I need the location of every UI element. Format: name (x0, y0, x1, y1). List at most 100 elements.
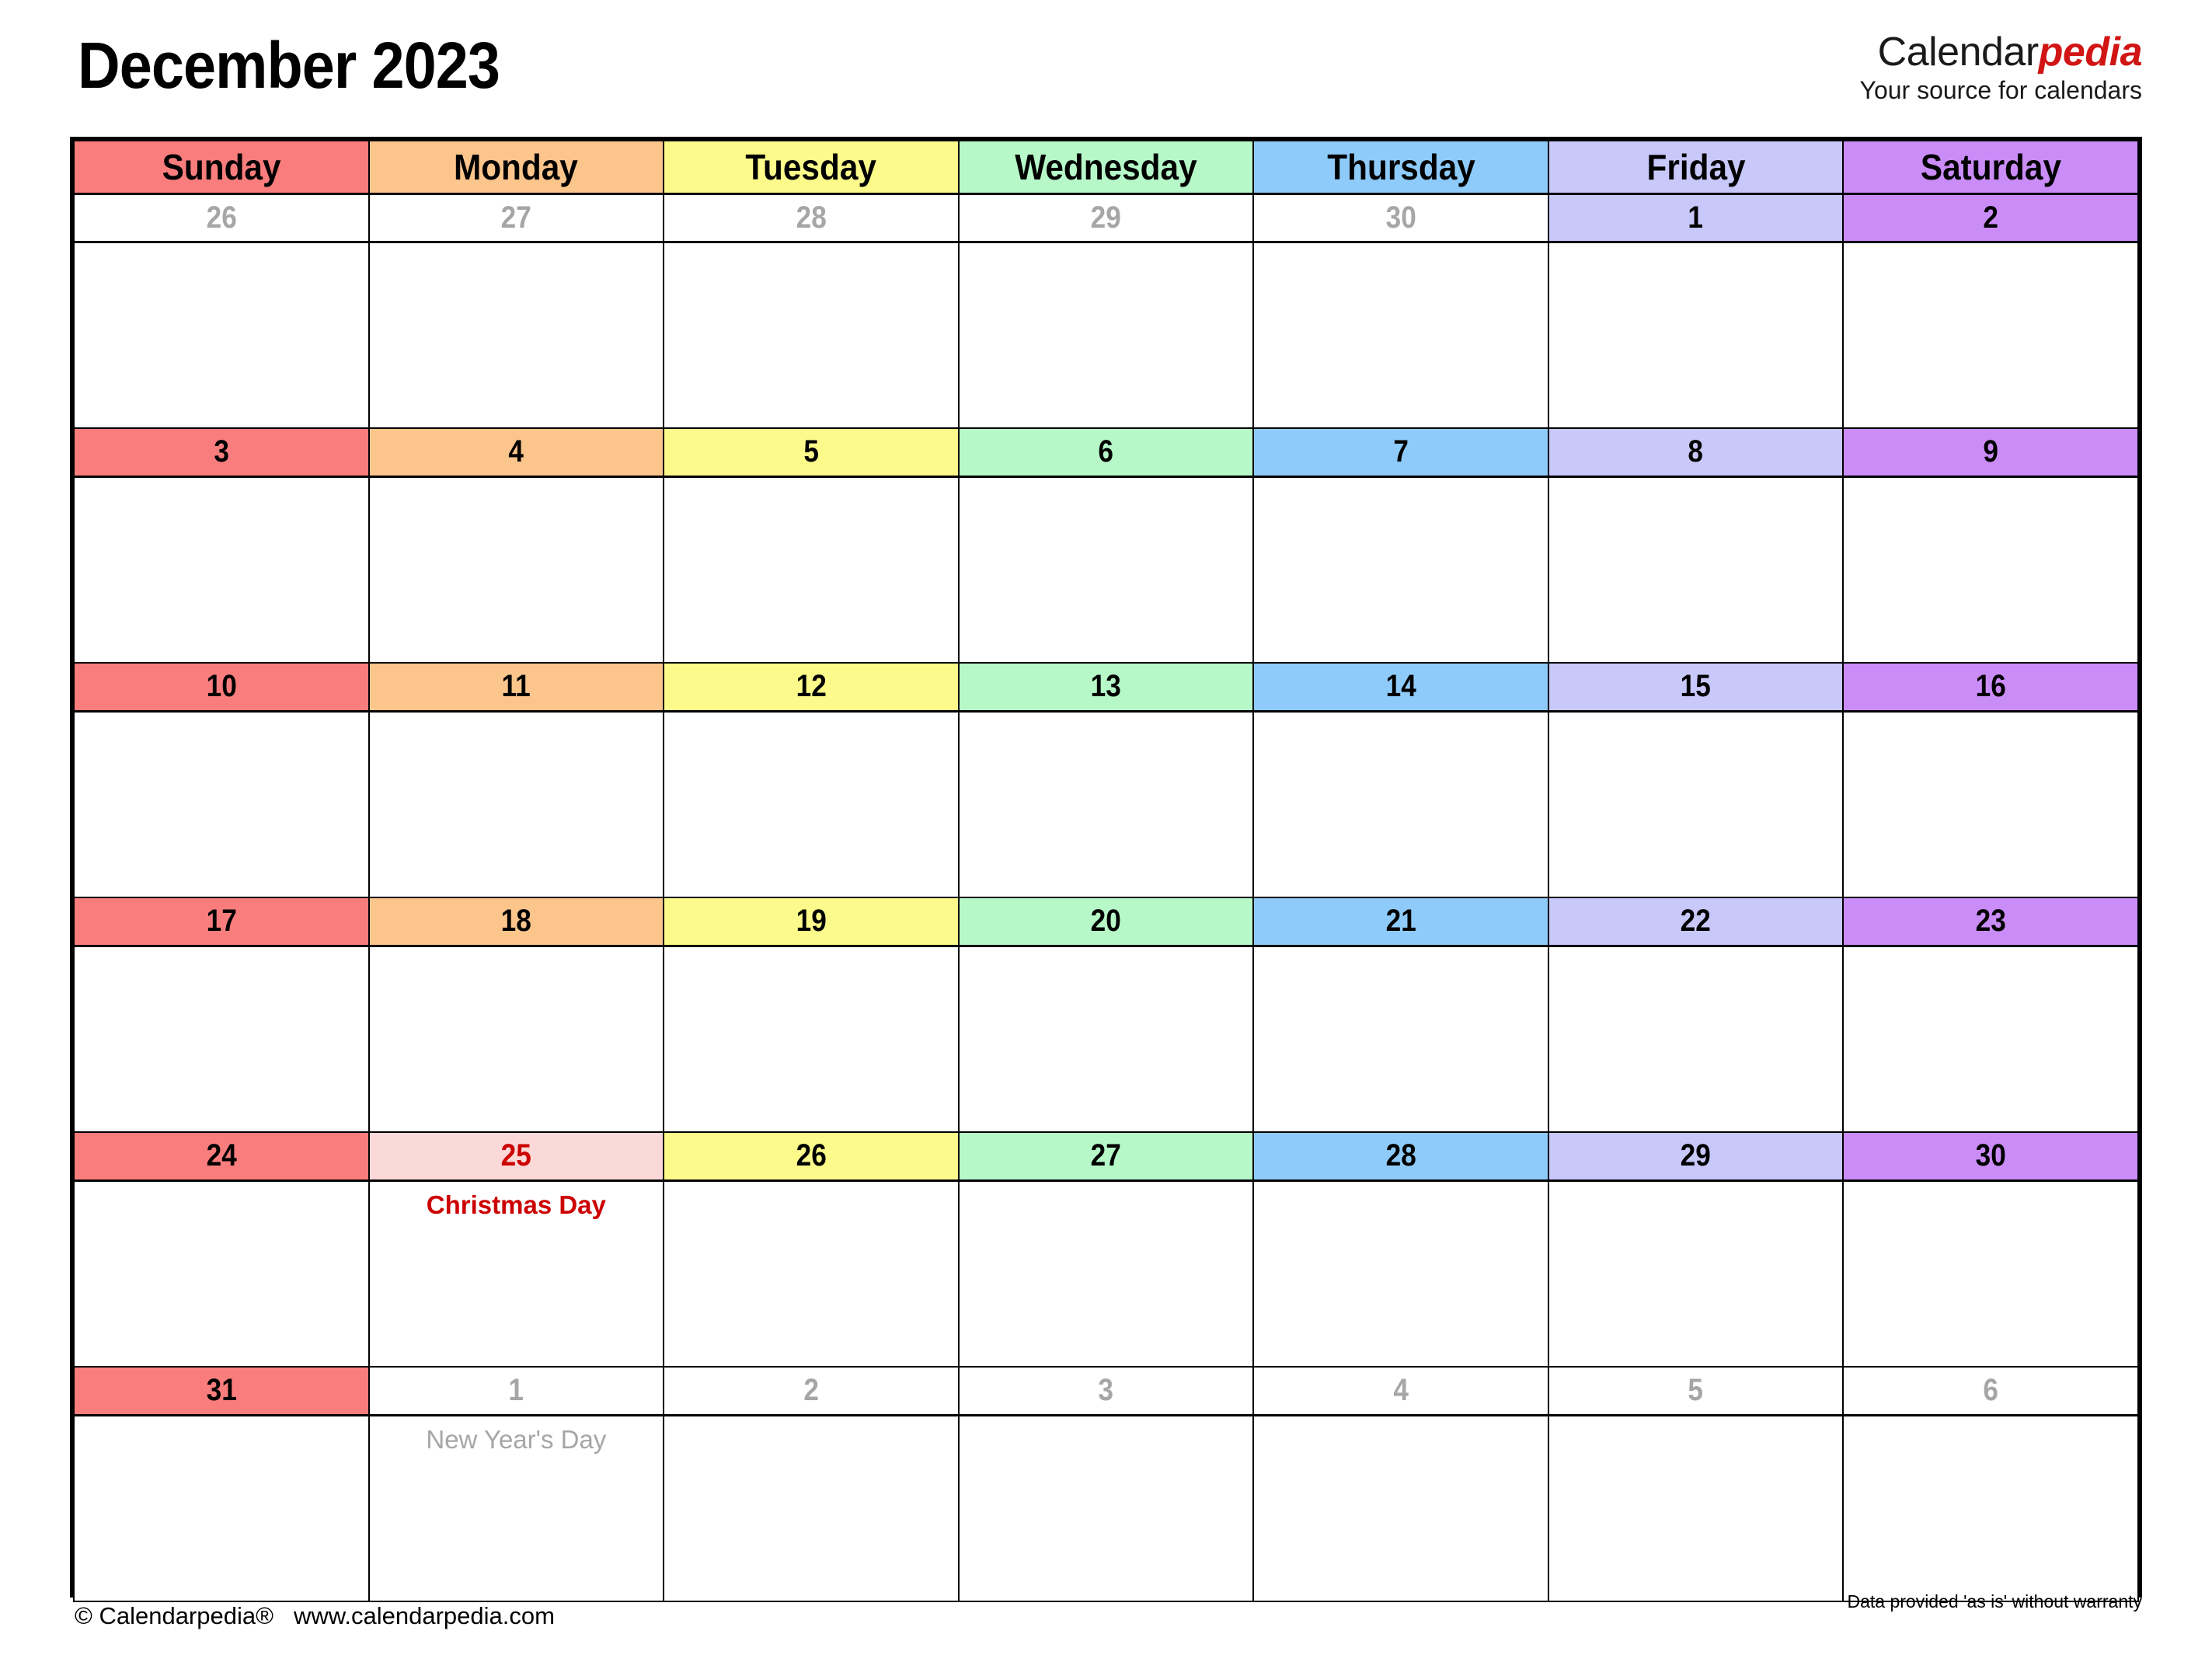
day-number-cell[interactable]: 29 (957, 193, 1255, 243)
day-note-cell[interactable] (957, 476, 1255, 664)
website-link[interactable]: www.calendarpedia.com (294, 1602, 555, 1629)
day-number-cell[interactable]: 4 (368, 427, 665, 478)
day-note-cell[interactable] (1842, 476, 2139, 664)
day-number-cell[interactable]: 3 (73, 427, 370, 478)
day-note-cell[interactable] (1842, 1179, 2139, 1368)
day-number-cell[interactable]: 1 (1547, 193, 1844, 243)
day-number-cell[interactable]: 26 (73, 193, 370, 243)
day-note-cell[interactable] (73, 1414, 370, 1602)
day-number-cell[interactable]: 11 (368, 662, 665, 713)
day-note-cell[interactable] (957, 1414, 1255, 1602)
day-note-cell[interactable] (1547, 476, 1844, 664)
day-number-cell[interactable]: 2 (1842, 193, 2139, 243)
day-note-cell[interactable] (1252, 241, 1549, 429)
day-number-cell[interactable]: 24 (73, 1131, 370, 1182)
day-number-cell[interactable]: 25 (368, 1131, 665, 1182)
day-number-cell[interactable]: 2 (663, 1366, 960, 1416)
day-number-cell[interactable]: 29 (1547, 1131, 1844, 1182)
day-number-cell[interactable]: 19 (663, 897, 960, 947)
day-note-cell[interactable] (957, 241, 1255, 429)
day-note-cell[interactable] (368, 476, 665, 664)
day-note-cell[interactable] (73, 1179, 370, 1368)
day-number-cell[interactable]: 8 (1547, 427, 1844, 478)
day-note-cell[interactable] (1547, 710, 1844, 898)
day-number: 17 (206, 904, 237, 939)
day-number-cell[interactable]: 9 (1842, 427, 2139, 478)
day-note-cell[interactable] (1252, 1414, 1549, 1602)
day-note-cell[interactable] (663, 1179, 960, 1368)
calendar-grid: Sunday Monday Tuesday Wednesday Thursday Frid… (70, 137, 2142, 1602)
day-note-cell[interactable] (1252, 1179, 1549, 1368)
day-note-cell[interactable] (663, 241, 960, 429)
day-note-cell[interactable] (73, 476, 370, 664)
day-note-cell[interactable] (73, 241, 370, 429)
day-number-cell[interactable]: 31 (73, 1366, 370, 1416)
week-note-row: New Year's Day (73, 1414, 2139, 1602)
day-number-cell[interactable]: 26 (663, 1131, 960, 1182)
day-note-cell[interactable] (1252, 476, 1549, 664)
day-note-cell[interactable] (1842, 1414, 2139, 1602)
day-number-cell[interactable]: 6 (1842, 1366, 2139, 1416)
day-note-cell[interactable] (957, 1179, 1255, 1368)
day-note-cell[interactable] (73, 945, 370, 1133)
footer-copyright: © Calendarpedia® www.calendarpedia.com (75, 1602, 555, 1630)
day-note-cell[interactable] (957, 945, 1255, 1133)
calendarpedia-logo[interactable]: Calendarpedia Your source for calendars (1443, 30, 2143, 106)
day-number-cell[interactable]: 28 (663, 193, 960, 243)
day-number-cell[interactable]: 30 (1252, 193, 1549, 243)
day-number-cell[interactable]: 23 (1842, 897, 2139, 947)
day-number-cell[interactable]: 10 (73, 662, 370, 713)
week-date-row: 24 25 26 27 28 29 30 (73, 1131, 2139, 1182)
day-number-cell[interactable]: 12 (663, 662, 960, 713)
day-number-cell[interactable]: 4 (1252, 1366, 1549, 1416)
week-date-row: 17 18 19 20 21 22 23 (73, 897, 2139, 947)
day-number-cell[interactable]: 15 (1547, 662, 1844, 713)
day-note-cell[interactable] (1252, 710, 1549, 898)
day-number: 28 (1385, 1138, 1416, 1173)
day-note-cell[interactable] (1547, 945, 1844, 1133)
day-note-cell[interactable] (1252, 945, 1549, 1133)
day-number-cell[interactable]: 21 (1252, 897, 1549, 947)
brand-name-accent: pedia (2038, 30, 2143, 75)
day-number-cell[interactable]: 17 (73, 897, 370, 947)
weekday-label: Friday (1646, 146, 1746, 187)
day-note-cell[interactable] (73, 710, 370, 898)
day-note-cell[interactable]: New Year's Day (368, 1414, 665, 1602)
day-number-cell[interactable]: 5 (663, 427, 960, 478)
day-number-cell[interactable]: 5 (1547, 1366, 1844, 1416)
day-number-cell[interactable]: 3 (957, 1366, 1255, 1416)
day-number-cell[interactable]: 30 (1842, 1131, 2139, 1182)
day-note-cell[interactable] (368, 945, 665, 1133)
day-note-cell[interactable] (663, 1414, 960, 1602)
day-note-cell[interactable] (1547, 1179, 1844, 1368)
day-note-cell[interactable] (663, 945, 960, 1133)
day-number-cell[interactable]: 16 (1842, 662, 2139, 713)
day-number-cell[interactable]: 1 (368, 1366, 665, 1416)
day-note-cell[interactable] (1547, 1414, 1844, 1602)
day-number-cell[interactable]: 28 (1252, 1131, 1549, 1182)
day-number: 20 (1090, 904, 1122, 939)
day-note-cell[interactable]: Christmas Day (368, 1179, 665, 1368)
day-note-cell[interactable] (368, 710, 665, 898)
day-note-cell[interactable] (1842, 241, 2139, 429)
day-number-cell[interactable]: 27 (957, 1131, 1255, 1182)
day-number-cell[interactable]: 14 (1252, 662, 1549, 713)
day-note-cell[interactable] (957, 710, 1255, 898)
day-note-cell[interactable] (1842, 945, 2139, 1133)
day-note-cell[interactable] (1842, 710, 2139, 898)
day-number-cell[interactable]: 20 (957, 897, 1255, 947)
day-note-cell[interactable] (663, 710, 960, 898)
day-note-cell[interactable] (663, 476, 960, 664)
day-number-cell[interactable]: 6 (957, 427, 1255, 478)
day-note-cell[interactable] (1547, 241, 1844, 429)
calendar-body: 26 27 28 29 30 1 2 3 4 5 6 7 8 9 10 11 12 13 14 15 16 17 18 19 2… (73, 193, 2139, 1602)
weekday-header-monday: Monday (368, 140, 665, 195)
day-number-cell[interactable]: 13 (957, 662, 1255, 713)
calendar-table: Sunday Monday Tuesday Wednesday Thursday Frid… (73, 140, 2139, 1602)
day-number-cell[interactable]: 27 (368, 193, 665, 243)
day-number-cell[interactable]: 7 (1252, 427, 1549, 478)
day-number-cell[interactable]: 22 (1547, 897, 1844, 947)
day-number: 6 (1098, 434, 1114, 469)
day-note-cell[interactable] (368, 241, 665, 429)
day-number-cell[interactable]: 18 (368, 897, 665, 947)
